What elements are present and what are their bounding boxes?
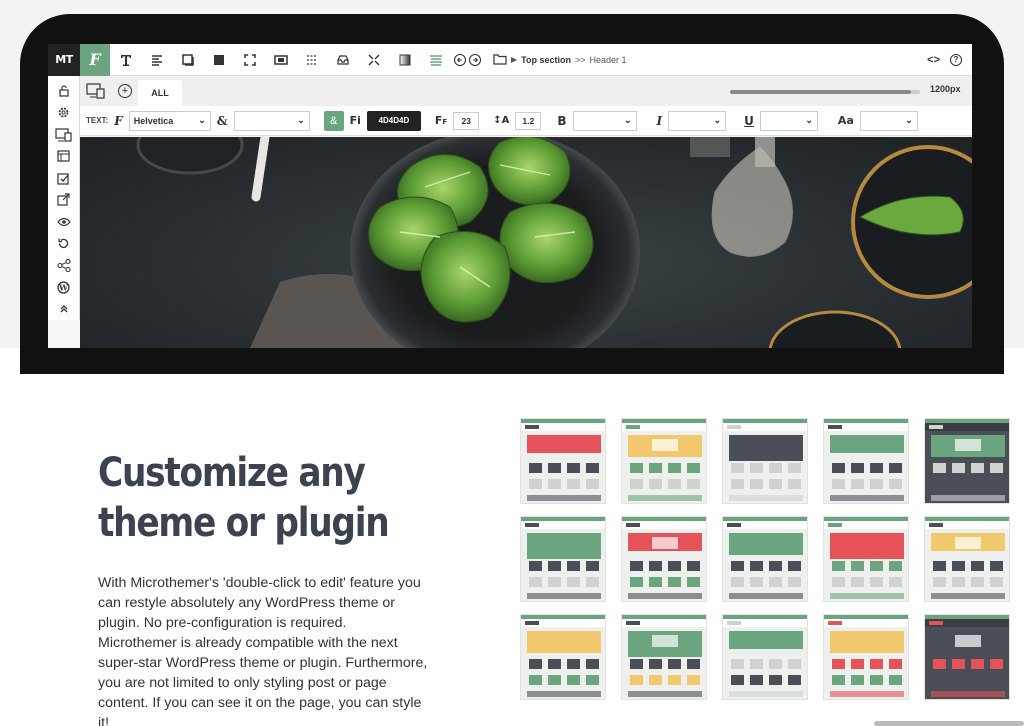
text-label: TEXT:	[86, 116, 109, 125]
lock-icon[interactable]	[48, 80, 80, 102]
width-value: 1200px	[930, 84, 961, 94]
preview-photo	[80, 137, 972, 348]
chevron-down-icon: ⌄	[198, 115, 206, 125]
chevron-down-icon: ⌄	[905, 115, 913, 125]
theme-thumbnails-grid	[520, 418, 1010, 708]
feature-description: With Microthemer's 'double-click to edit…	[98, 575, 428, 726]
theme-thumbnail	[520, 614, 606, 700]
font-size-input[interactable]: 23	[453, 111, 480, 130]
align-icon[interactable]	[141, 44, 172, 76]
google-fonts-button[interactable]: &	[323, 110, 344, 131]
width-slider[interactable]	[730, 90, 920, 94]
theme-thumbnail	[924, 516, 1010, 602]
code-icon[interactable]: <>	[927, 54, 940, 66]
text-properties-bar: TEXT: F Helvetica ⌄ & ⌄ & Fi 4D4D4D FF 23…	[80, 106, 972, 136]
page-headline: Customize any theme or plugin	[98, 448, 390, 548]
chevron-down-icon: ⌄	[805, 115, 813, 125]
shrink-icon[interactable]	[358, 44, 389, 76]
theme-thumbnail	[520, 418, 606, 504]
text-tool-icon[interactable]	[110, 44, 141, 76]
gear-icon[interactable]	[48, 102, 80, 124]
italic-select[interactable]: ⌄	[668, 110, 727, 131]
page-scrollbar[interactable]	[874, 721, 1024, 726]
dimensions-icon[interactable]	[234, 44, 265, 76]
breadcrumb-item[interactable]: Header 1	[590, 55, 627, 65]
logo[interactable]: MT	[48, 44, 80, 76]
breadcrumb: ▶ Top section >> Header 1	[493, 53, 627, 67]
toolbar-right: <> ?	[927, 53, 962, 66]
theme-thumbnail	[722, 516, 808, 602]
gradient-icon[interactable]	[389, 44, 420, 76]
left-sidebar: W	[48, 76, 80, 320]
theme-thumbnail	[823, 614, 909, 700]
background-icon[interactable]	[203, 44, 234, 76]
svg-text:W: W	[58, 282, 69, 292]
inbox-icon[interactable]	[327, 44, 358, 76]
app-screen: MT F ▶ Top section >> Header 1 <> ? W + …	[48, 44, 972, 348]
breadcrumb-section[interactable]: Top section	[521, 55, 571, 65]
font-color-icon: Fi	[349, 114, 361, 127]
box-icon[interactable]	[172, 44, 203, 76]
color-input[interactable]: 4D4D4D	[366, 110, 421, 131]
font-family-select[interactable]: Helvetica ⌄	[128, 110, 211, 131]
theme-thumbnail	[823, 516, 909, 602]
add-tab-button[interactable]: +	[118, 84, 132, 98]
export-icon[interactable]	[48, 189, 80, 211]
tab-all[interactable]: ALL	[138, 80, 182, 106]
responsive-icon[interactable]	[48, 124, 80, 146]
line-height-icon: ↕A	[493, 115, 510, 126]
font-weight-icon: &	[216, 113, 228, 128]
collapse-icon[interactable]	[48, 298, 80, 320]
theme-thumbnail	[621, 418, 707, 504]
chevron-down-icon: ⌄	[297, 115, 305, 125]
headline-line-1: Customize any	[98, 450, 366, 496]
bold-select[interactable]: ⌄	[572, 110, 637, 131]
italic-icon: I	[656, 113, 663, 128]
device-preview-icon[interactable]	[80, 83, 112, 99]
font-weight-select[interactable]: ⌄	[233, 110, 310, 131]
help-icon[interactable]: ?	[950, 53, 962, 66]
folder-icon[interactable]	[493, 53, 507, 67]
eye-icon[interactable]	[48, 211, 80, 233]
page: MT F ▶ Top section >> Header 1 <> ? W + …	[0, 0, 1024, 726]
headline-line-2: theme or plugin	[98, 500, 390, 546]
text-transform-icon: Aa	[837, 114, 854, 127]
top-toolbar: MT F ▶ Top section >> Header 1 <> ?	[48, 44, 972, 76]
history-icon[interactable]	[48, 233, 80, 255]
theme-thumbnail	[520, 516, 606, 602]
underline-icon: U	[744, 113, 754, 128]
theme-thumbnail	[722, 614, 808, 700]
play-icon: ▶	[511, 55, 518, 64]
food-photo-illustration	[136, 137, 972, 348]
underline-select[interactable]: ⌄	[759, 110, 818, 131]
font-family-value: Helvetica	[133, 115, 174, 126]
font-family-icon: F	[114, 113, 123, 128]
edit-icon[interactable]	[48, 167, 80, 189]
share-icon[interactable]	[48, 255, 80, 277]
width-slider-fill	[730, 90, 911, 94]
chevron-down-icon: ⌄	[713, 115, 722, 125]
theme-thumbnail	[621, 614, 707, 700]
nav-arrows-icon[interactable]	[451, 44, 487, 76]
font-icon[interactable]: F	[80, 44, 110, 76]
border-icon[interactable]	[296, 44, 327, 76]
layout-icon[interactable]	[48, 145, 80, 167]
breadcrumb-separator: >>	[575, 54, 586, 65]
line-height-input[interactable]: 1.2	[515, 111, 542, 130]
list-icon[interactable]	[420, 44, 451, 76]
selector-tabs: + ALL 1200px	[80, 76, 972, 106]
chevron-down-icon: ⌄	[623, 115, 632, 125]
theme-thumbnail	[621, 516, 707, 602]
theme-thumbnail	[722, 418, 808, 504]
wordpress-icon[interactable]: W	[48, 276, 80, 298]
bold-icon: B	[557, 113, 567, 128]
text-transform-select[interactable]: ⌄	[859, 110, 918, 131]
font-size-icon: FF	[434, 114, 448, 127]
theme-thumbnail	[924, 614, 1010, 700]
theme-thumbnail	[924, 418, 1010, 504]
theme-thumbnail	[823, 418, 909, 504]
padding-icon[interactable]	[265, 44, 296, 76]
